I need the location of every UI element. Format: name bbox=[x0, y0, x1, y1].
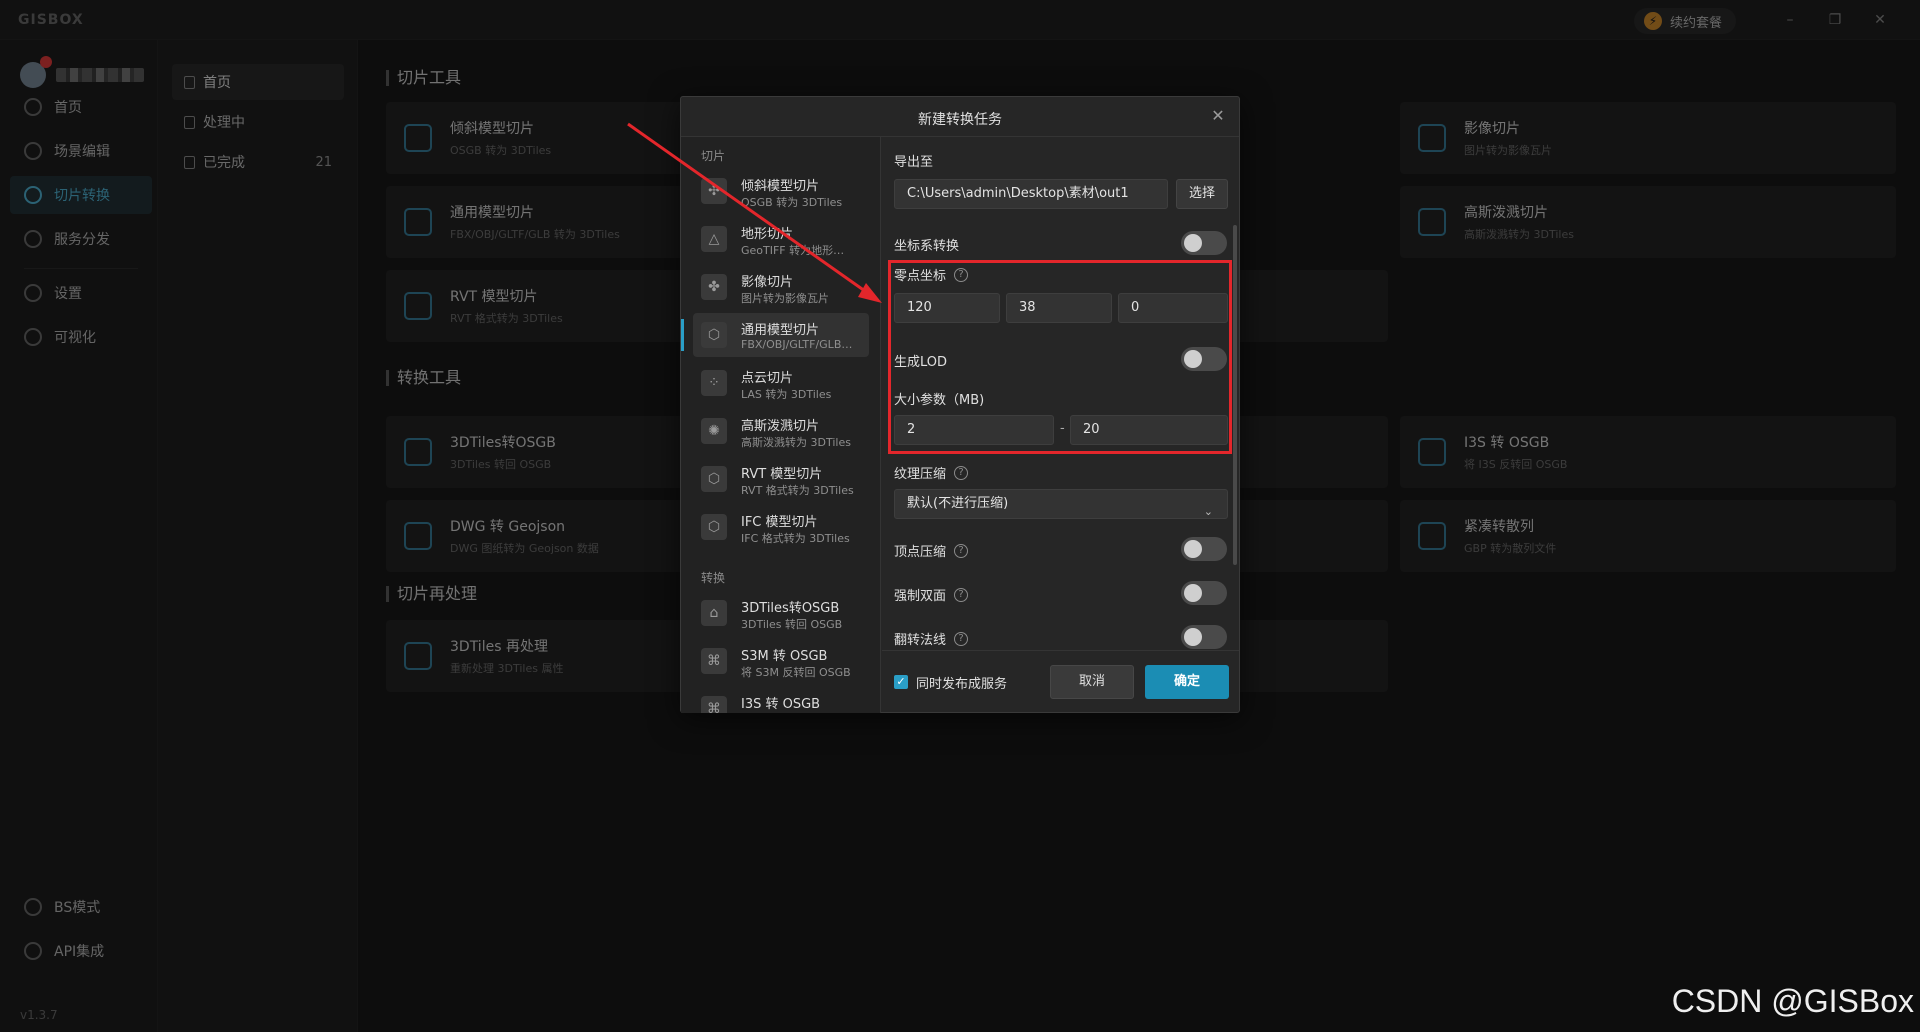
list-item-title: I3S 转 OSGB bbox=[741, 697, 821, 712]
list-item[interactable]: ⌘ S3M 转 OSGB 将 S3M 反转回 OSGB bbox=[693, 639, 869, 683]
list-item-title: RVT 模型切片 bbox=[741, 467, 823, 482]
crs-label-text: 坐标系转换 bbox=[894, 239, 960, 254]
confirm-button[interactable]: 确定 bbox=[1145, 665, 1229, 699]
list-item[interactable]: ⬡ IFC 模型切片 IFC 格式转为 3DTiles bbox=[693, 505, 869, 549]
list-item-subtitle: IFC 格式转为 3DTiles bbox=[741, 532, 850, 545]
list-item-subtitle: 3DTiles 转回 OSGB bbox=[741, 618, 843, 631]
list-group-title: 转换 bbox=[701, 571, 726, 585]
list-item-selected[interactable]: ⬡ 通用模型切片 FBX/OBJ/GLTF/GLB… bbox=[681, 313, 869, 357]
flip-normal-label: 翻转法线? bbox=[894, 629, 969, 648]
dialog-footer: ✓ 同时发布成服务 取消 确定 bbox=[882, 650, 1239, 712]
convert-tiles-icon: ⌂ bbox=[701, 600, 727, 626]
ifc-icon: ⬡ bbox=[701, 514, 727, 540]
list-item-subtitle: FBX/OBJ/GLTF/GLB… bbox=[741, 338, 853, 351]
tilt-model-icon: ✣ bbox=[701, 178, 727, 204]
vertex-toggle[interactable] bbox=[1181, 537, 1227, 561]
list-item-title: 点云切片 bbox=[741, 371, 794, 386]
close-icon[interactable]: ✕ bbox=[1209, 107, 1227, 125]
list-item-subtitle: 将 S3M 反转回 OSGB bbox=[741, 666, 851, 679]
select-folder-button[interactable]: 选择 bbox=[1176, 179, 1228, 209]
list-item[interactable]: ✣ 倾斜模型切片 OSGB 转为 3DTiles bbox=[693, 169, 869, 213]
i3s-icon: ⌘ bbox=[701, 696, 727, 713]
double-side-label-text: 强制双面 bbox=[894, 589, 947, 604]
export-label: 导出至 bbox=[894, 151, 933, 170]
dialog-header: 新建转换任务 ✕ bbox=[681, 97, 1239, 137]
list-item-title: 地形切片 bbox=[741, 227, 794, 242]
list-item-title: IFC 模型切片 bbox=[741, 515, 818, 530]
list-item-subtitle: GeoTIFF 转为地形… bbox=[741, 244, 845, 257]
list-item[interactable]: ⌂ 3DTiles转OSGB 3DTiles 转回 OSGB bbox=[693, 591, 869, 635]
cube-icon: ⬡ bbox=[701, 322, 727, 348]
list-item-title: 倾斜模型切片 bbox=[741, 179, 820, 194]
cancel-button[interactable]: 取消 bbox=[1050, 665, 1134, 699]
list-item[interactable]: ⁘ 点云切片 LAS 转为 3DTiles bbox=[693, 361, 869, 405]
publish-checkbox-label: 同时发布成服务 bbox=[916, 677, 1008, 692]
list-item[interactable]: ⌘ I3S 转 OSGB bbox=[693, 687, 869, 713]
vertex-label-text: 顶点压缩 bbox=[894, 545, 947, 560]
texture-select[interactable]: 默认(不进行压缩) ⌄ bbox=[894, 489, 1228, 519]
list-item-title: 高斯泼溅切片 bbox=[741, 419, 820, 434]
export-path-input[interactable]: C:\Users\admin\Desktop\素材\out1 bbox=[894, 179, 1168, 209]
help-icon[interactable]: ? bbox=[954, 543, 969, 558]
rvt-icon: ⬡ bbox=[701, 466, 727, 492]
help-icon[interactable]: ? bbox=[954, 631, 969, 646]
vertex-label: 顶点压缩? bbox=[894, 541, 969, 560]
double-side-toggle[interactable] bbox=[1181, 581, 1227, 605]
list-item-title: 3DTiles转OSGB bbox=[741, 601, 840, 616]
flip-normal-label-text: 翻转法线 bbox=[894, 633, 947, 648]
list-item[interactable]: ✤ 影像切片图片转为影像瓦片 bbox=[693, 265, 869, 309]
watermark: CSDN @GISBox bbox=[1671, 983, 1914, 1019]
task-type-list: 切片 ✣ 倾斜模型切片 OSGB 转为 3DTiles △ 地形切片 GeoTIFF 转… bbox=[681, 137, 881, 713]
export-label-text: 导出至 bbox=[894, 155, 934, 170]
list-item[interactable]: ⬡ RVT 模型切片 RVT 格式转为 3DTiles bbox=[693, 457, 869, 501]
help-icon[interactable]: ? bbox=[954, 587, 969, 602]
flip-normal-toggle[interactable] bbox=[1181, 625, 1227, 649]
crs-label: 坐标系转换 bbox=[894, 235, 959, 254]
s3m-icon: ⌘ bbox=[701, 648, 727, 674]
texture-select-value: 默认(不进行压缩) bbox=[907, 496, 1009, 511]
list-item-subtitle: 图片转为影像瓦片 bbox=[741, 292, 829, 305]
point-cloud-icon: ⁘ bbox=[701, 370, 727, 396]
list-group-title: 切片 bbox=[701, 149, 726, 163]
list-item-title: 通用模型切片 bbox=[741, 323, 820, 338]
help-icon[interactable]: ? bbox=[954, 465, 969, 480]
list-item-title: 影像切片 bbox=[741, 275, 794, 290]
chevron-down-icon: ⌄ bbox=[1203, 505, 1213, 518]
publish-checkbox[interactable]: ✓ bbox=[894, 675, 908, 689]
list-item-subtitle: LAS 转为 3DTiles bbox=[741, 388, 832, 401]
texture-label: 纹理压缩? bbox=[894, 463, 969, 482]
list-item-subtitle: 高斯泼溅转为 3DTiles bbox=[741, 436, 851, 449]
list-item-subtitle: OSGB 转为 3DTiles bbox=[741, 196, 843, 209]
texture-label-text: 纹理压缩 bbox=[894, 467, 947, 482]
terrain-icon: △ bbox=[701, 226, 727, 252]
gaussian-icon: ✺ bbox=[701, 418, 727, 444]
form-scrollbar[interactable] bbox=[1233, 225, 1237, 565]
list-item[interactable]: ✺ 高斯泼溅切片高斯泼溅转为 3DTiles bbox=[693, 409, 869, 453]
annotation-highlight-box bbox=[888, 260, 1232, 454]
image-tile-icon: ✤ bbox=[701, 274, 727, 300]
dialog-title: 新建转换任务 bbox=[918, 112, 1002, 128]
list-item-subtitle: RVT 格式转为 3DTiles bbox=[741, 484, 854, 497]
list-item[interactable]: △ 地形切片 GeoTIFF 转为地形… bbox=[693, 217, 869, 261]
crs-toggle[interactable] bbox=[1181, 231, 1227, 255]
double-side-label: 强制双面? bbox=[894, 585, 969, 604]
list-item-title: S3M 转 OSGB bbox=[741, 649, 828, 664]
